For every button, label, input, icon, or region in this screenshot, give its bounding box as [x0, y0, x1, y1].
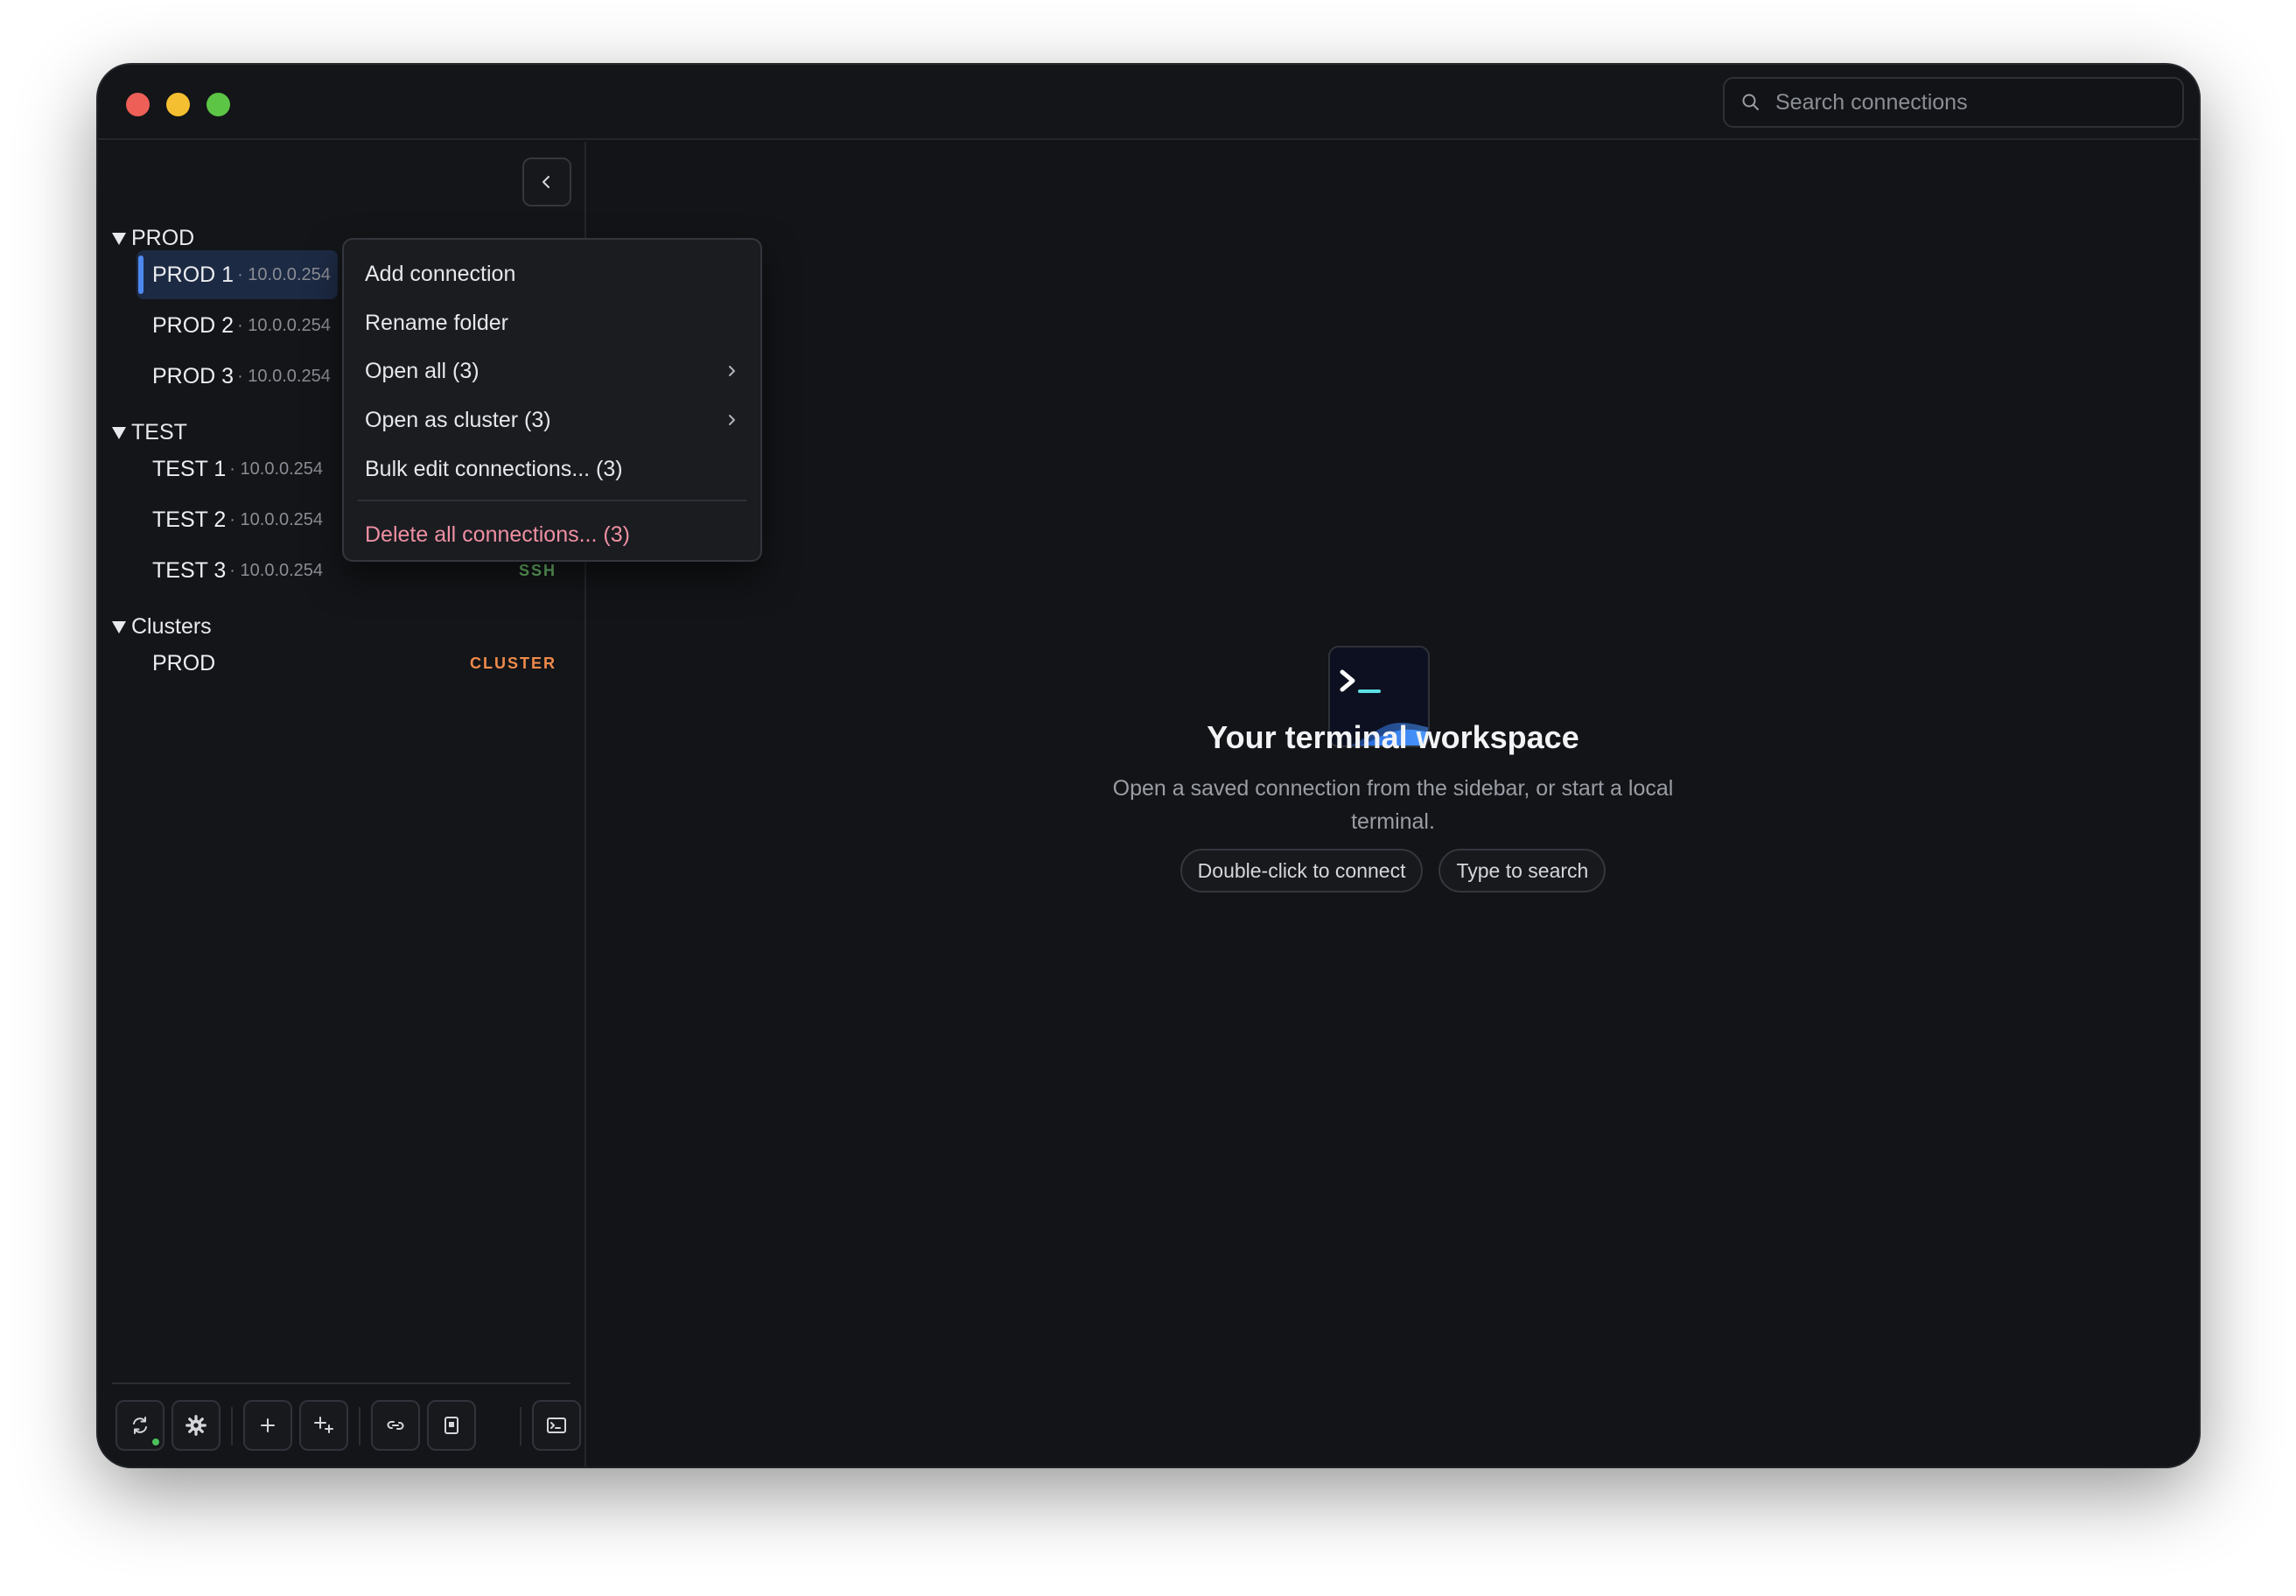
toolbar-separator: [231, 1407, 233, 1446]
local-terminal-button[interactable]: [532, 1400, 581, 1451]
menu-item-label: Rename folder: [365, 310, 508, 335]
terminal-icon: [547, 1418, 566, 1433]
empty-state-subtitle: Open a saved connection from the sidebar…: [1112, 776, 1674, 834]
connection-name: PROD: [152, 650, 216, 676]
link-icon: [387, 1421, 404, 1430]
empty-workspace: Your terminal workspace Open a saved con…: [588, 142, 2199, 1466]
link-button[interactable]: [371, 1400, 420, 1451]
collapse-sidebar-button[interactable]: [522, 158, 571, 206]
plus-icon: [261, 1418, 275, 1432]
hint-chip-search: Type to search: [1438, 849, 1606, 892]
folder-clusters[interactable]: Clusters: [112, 614, 212, 640]
toolbar-separator: [359, 1407, 360, 1446]
disclosure-triangle-icon[interactable]: [112, 620, 126, 634]
connection-host: · 10.0.0.254: [237, 315, 331, 335]
menu-item-label: Open all (3): [365, 358, 480, 383]
search-box[interactable]: [1723, 77, 2184, 128]
sync-icon: [133, 1417, 147, 1434]
menu-item-label: Add connection: [365, 261, 516, 286]
connection-host: · 10.0.0.254: [237, 264, 331, 284]
connection-name: PROD 3: [152, 363, 234, 388]
disclosure-triangle-icon[interactable]: [112, 426, 126, 439]
sync-button[interactable]: [116, 1400, 164, 1451]
hint-chips: Double-click to connect Type to search: [588, 849, 2198, 892]
toolbar-separator: [520, 1407, 522, 1446]
search-input[interactable]: [1775, 89, 2160, 116]
snippets-button[interactable]: [427, 1400, 476, 1451]
empty-state-title: Your terminal workspace: [1207, 719, 1579, 755]
connection-name: TEST 3: [152, 557, 227, 583]
menu-item-label: Bulk edit connections... (3): [365, 456, 623, 481]
folder-label: TEST: [131, 420, 187, 444]
connection-host: · 10.0.0.254: [229, 560, 324, 580]
folder-label: PROD: [131, 226, 195, 250]
title-bar: [98, 65, 2199, 140]
sync-status-dot: [150, 1437, 161, 1447]
app-window: PROD PROD 1 · 10.0.0.254 PROD 2 · 10.0.0…: [98, 65, 2199, 1466]
quick-add-button[interactable]: [299, 1400, 348, 1451]
cluster-badge: CLUSTER: [470, 654, 556, 672]
settings-button[interactable]: [172, 1400, 220, 1451]
add-sparkle-icon: [314, 1417, 333, 1433]
cluster-item[interactable]: PROD CLUSTER: [136, 639, 574, 688]
zoom-window-button[interactable]: [206, 93, 230, 116]
connection-name: PROD 1: [152, 262, 234, 287]
connection-name: PROD 2: [152, 312, 234, 338]
connection-item[interactable]: PROD 1 · 10.0.0.254: [136, 250, 338, 299]
sidebar-toolbar: [116, 1400, 581, 1451]
menu-item-label: Open as cluster (3): [365, 407, 551, 432]
connection-host: · 10.0.0.254: [229, 458, 324, 479]
search-icon: [1742, 94, 1759, 110]
connection-name: TEST 2: [152, 507, 227, 532]
connection-host: · 10.0.0.254: [237, 366, 331, 386]
gear-icon: [186, 1415, 206, 1436]
close-window-button[interactable]: [126, 93, 150, 116]
protocol-badge: SSH: [518, 561, 556, 579]
disclosure-triangle-icon[interactable]: [112, 232, 126, 245]
connection-name: TEST 1: [152, 456, 227, 481]
folder-prod[interactable]: PROD: [112, 226, 194, 251]
bookmark-icon: [444, 1417, 458, 1434]
minimize-window-button[interactable]: [166, 93, 190, 116]
add-connection-button[interactable]: [243, 1400, 292, 1451]
folder-label: Clusters: [131, 614, 212, 639]
folder-test[interactable]: TEST: [112, 420, 187, 445]
hint-chip-connect: Double-click to connect: [1180, 849, 1424, 892]
toolbar-divider: [112, 1382, 570, 1384]
chevron-left-icon: [542, 176, 550, 188]
connection-host: · 10.0.0.254: [229, 509, 324, 529]
